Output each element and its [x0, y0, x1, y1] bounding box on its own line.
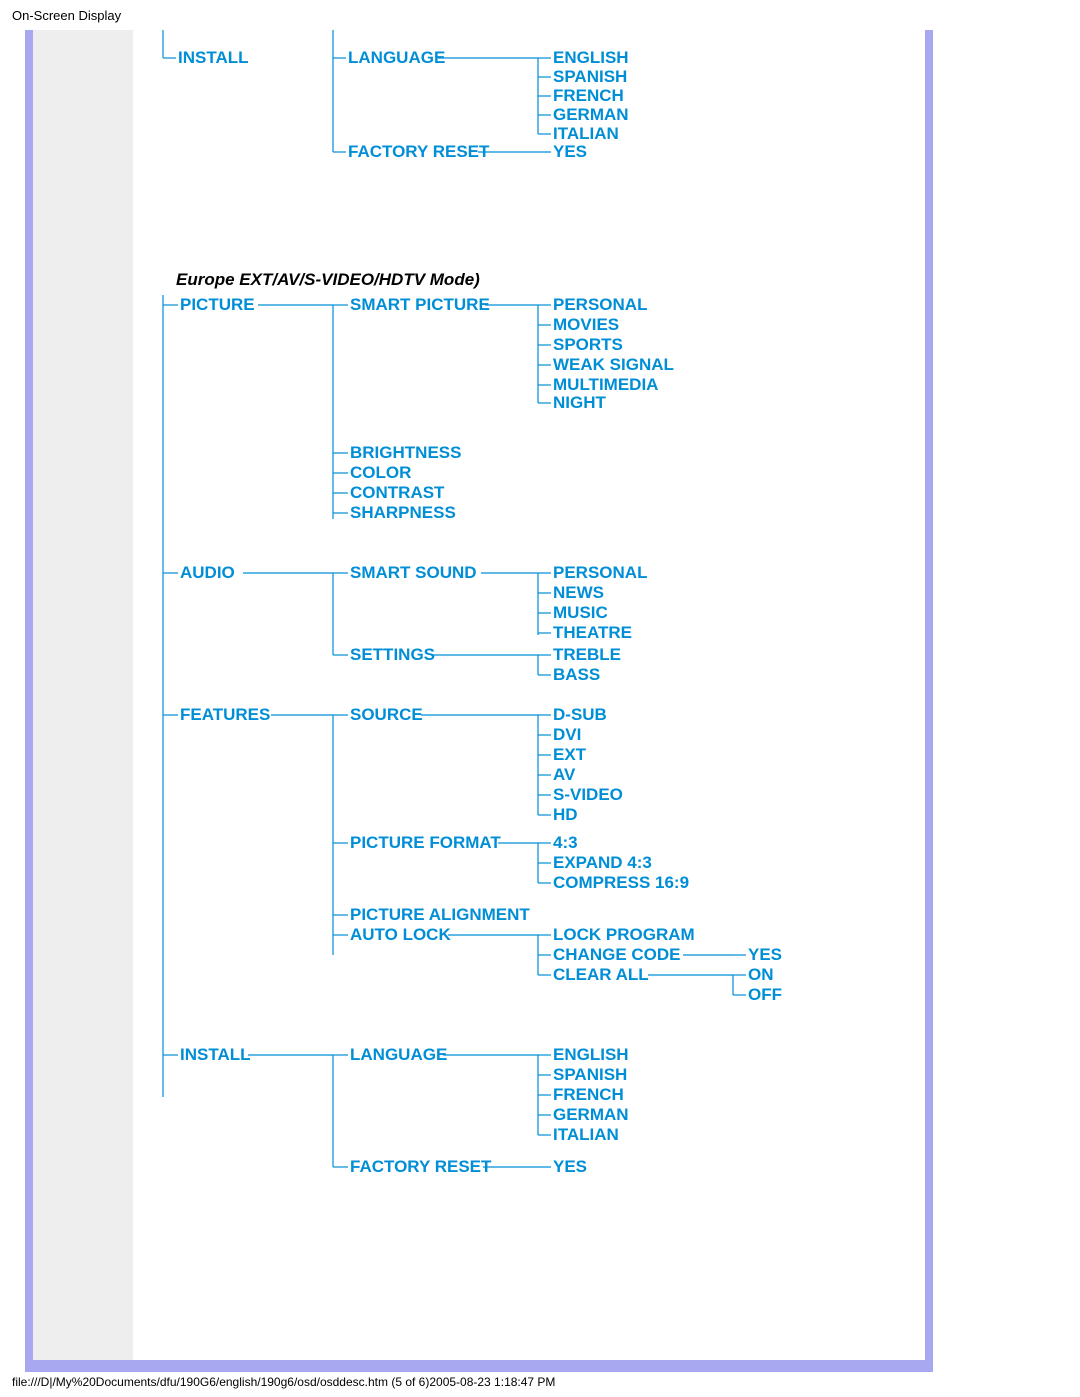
opt-multimedia: MULTIMEDIA — [553, 375, 658, 395]
opt-bass: BASS — [553, 665, 600, 685]
menu-settings: SETTINGS — [350, 645, 435, 665]
menu-picture-alignment: PICTURE ALIGNMENT — [350, 905, 530, 925]
menu-language: LANGUAGE — [348, 48, 445, 68]
menu-brightness: BRIGHTNESS — [350, 443, 461, 463]
opt-weak-signal: WEAK SIGNAL — [553, 355, 674, 375]
opt-av: AV — [553, 765, 575, 785]
opt-dvi: DVI — [553, 725, 581, 745]
opt-sports: SPORTS — [553, 335, 623, 355]
menu-install: INSTALL — [178, 48, 249, 68]
menu-picture: PICTURE — [180, 295, 255, 315]
opt-lock-program: LOCK PROGRAM — [553, 925, 695, 945]
menu-sharpness: SHARPNESS — [350, 503, 456, 523]
opt-cc-yes: YES — [748, 945, 782, 965]
menu-install2: INSTALL — [180, 1045, 251, 1065]
opt-theatre: THEATRE — [553, 623, 632, 643]
tree-content: INSTALL LANGUAGE ENGLISH SPANISH FRENCH … — [143, 30, 925, 1360]
opt-spanish: SPANISH — [553, 67, 627, 87]
page-header: On-Screen Display — [12, 8, 121, 23]
opt-english2: ENGLISH — [553, 1045, 629, 1065]
opt-treble: TREBLE — [553, 645, 621, 665]
opt-yes: YES — [553, 142, 587, 162]
opt-dsub: D-SUB — [553, 705, 607, 725]
menu-factory-reset: FACTORY RESET — [348, 142, 489, 162]
menu-contrast: CONTRAST — [350, 483, 444, 503]
opt-french: FRENCH — [553, 86, 624, 106]
opt-movies: MOVIES — [553, 315, 619, 335]
opt-personal2: PERSONAL — [553, 563, 647, 583]
opt-spanish2: SPANISH — [553, 1065, 627, 1085]
opt-ext: EXT — [553, 745, 586, 765]
menu-source: SOURCE — [350, 705, 423, 725]
menu-language2: LANGUAGE — [350, 1045, 447, 1065]
opt-english: ENGLISH — [553, 48, 629, 68]
opt-ca-on: ON — [748, 965, 774, 985]
mode-title: Europe EXT/AV/S-VIDEO/HDTV Mode) — [176, 270, 480, 290]
menu-auto-lock: AUTO LOCK — [350, 925, 451, 945]
menu-features: FEATURES — [180, 705, 270, 725]
opt-hd: HD — [553, 805, 578, 825]
opt-night: NIGHT — [553, 393, 606, 413]
opt-german2: GERMAN — [553, 1105, 629, 1125]
menu-audio: AUDIO — [180, 563, 235, 583]
opt-italian2: ITALIAN — [553, 1125, 619, 1145]
opt-change-code: CHANGE CODE — [553, 945, 681, 965]
opt-italian: ITALIAN — [553, 124, 619, 144]
menu-smart-sound: SMART SOUND — [350, 563, 477, 583]
opt-43: 4:3 — [553, 833, 578, 853]
opt-music: MUSIC — [553, 603, 608, 623]
menu-color: COLOR — [350, 463, 411, 483]
opt-ca-off: OFF — [748, 985, 782, 1005]
opt-german: GERMAN — [553, 105, 629, 125]
opt-personal: PERSONAL — [553, 295, 647, 315]
opt-french2: FRENCH — [553, 1085, 624, 1105]
opt-svideo: S-VIDEO — [553, 785, 623, 805]
opt-yes2: YES — [553, 1157, 587, 1177]
menu-picture-format: PICTURE FORMAT — [350, 833, 501, 853]
content-frame: INSTALL LANGUAGE ENGLISH SPANISH FRENCH … — [25, 30, 933, 1372]
menu-factory-reset2: FACTORY RESET — [350, 1157, 491, 1177]
page-footer: file:///D|/My%20Documents/dfu/190G6/engl… — [12, 1375, 555, 1389]
left-margin — [33, 30, 133, 1360]
opt-clear-all: CLEAR ALL — [553, 965, 649, 985]
opt-expand43: EXPAND 4:3 — [553, 853, 652, 873]
opt-news: NEWS — [553, 583, 604, 603]
menu-smart-picture: SMART PICTURE — [350, 295, 490, 315]
opt-compress169: COMPRESS 16:9 — [553, 873, 689, 893]
